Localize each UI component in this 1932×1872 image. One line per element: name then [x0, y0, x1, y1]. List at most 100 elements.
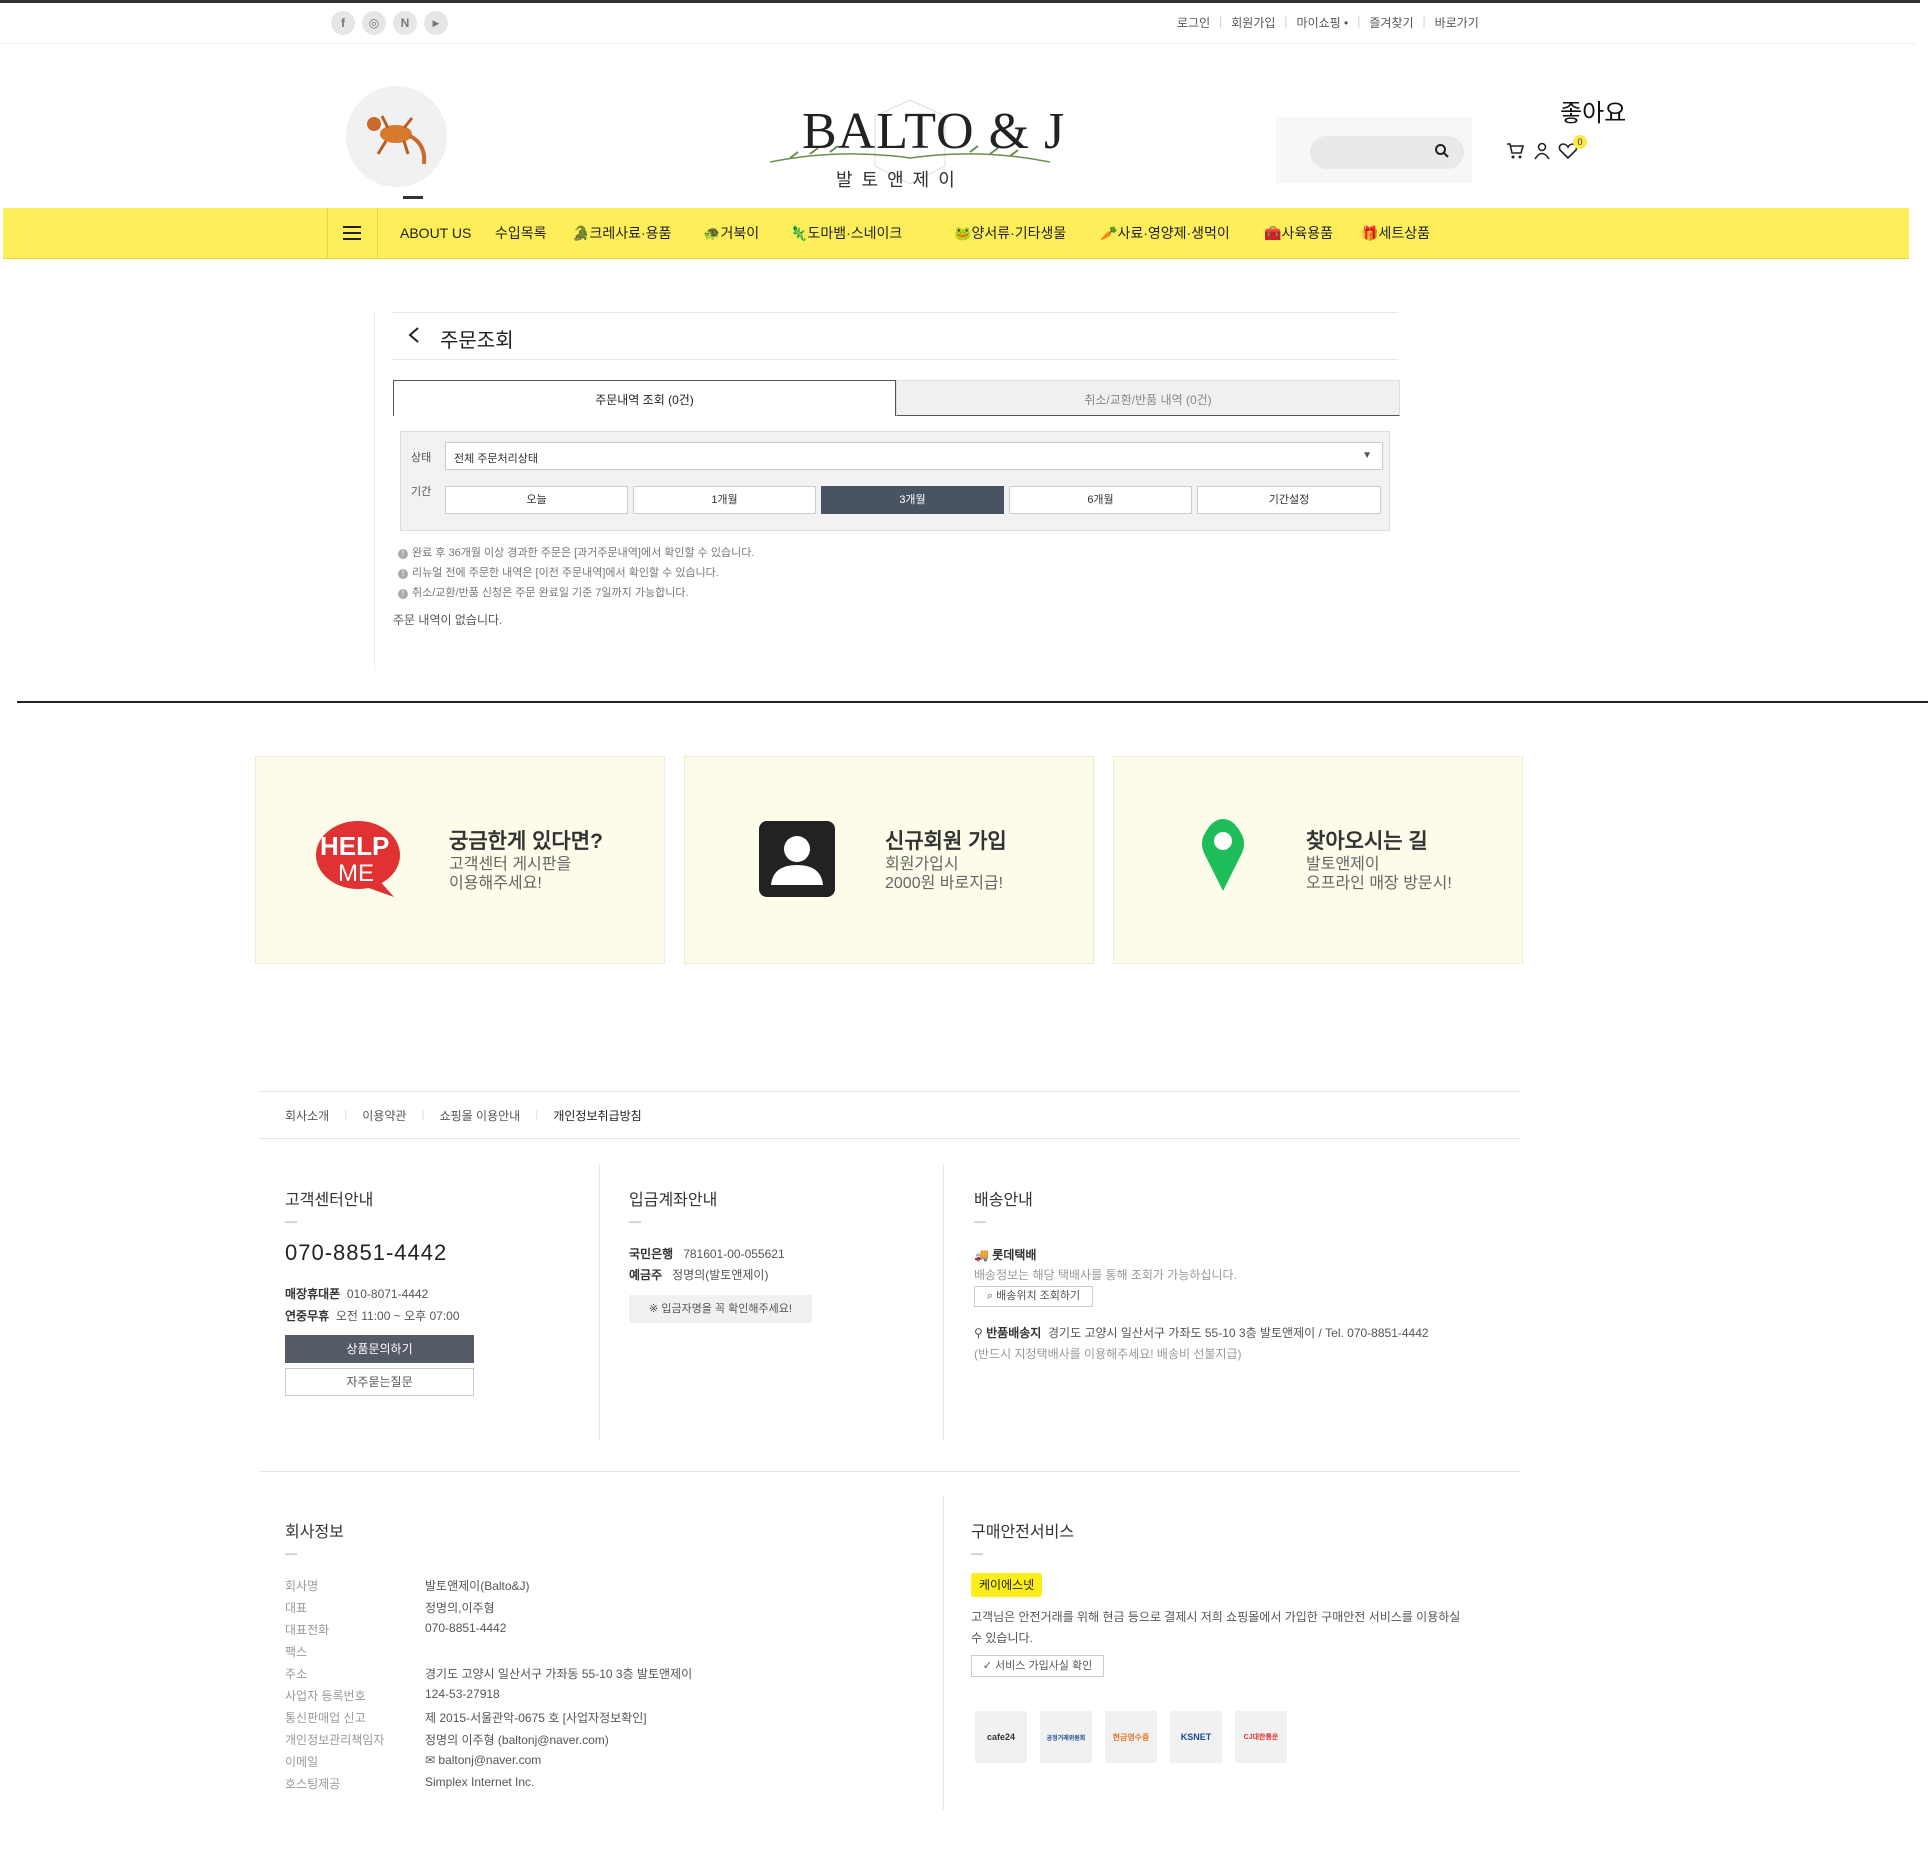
footer-link-privacy[interactable]: 개인정보취급방침 [553, 1107, 656, 1124]
card-signup[interactable]: 신규회원 가입 회원가입시 2000원 바로지급! [684, 756, 1094, 964]
period-today-button[interactable]: 오늘 [445, 486, 628, 514]
shortcut-link[interactable]: 바로가기 [1426, 14, 1488, 31]
company-row-value: 발토앤제이(Balto&J) [425, 1579, 530, 1593]
hamburger-menu-icon[interactable] [343, 225, 361, 241]
bank-holder-row: 예금주 정명의(발토앤제이) [629, 1268, 769, 1282]
nav-item-turtle[interactable]: 🐢거북이 [703, 208, 759, 258]
delivery-title: 배송안내 [974, 1192, 1033, 1209]
nav-item-set[interactable]: 🎁세트상품 [1361, 208, 1430, 258]
ksnet-logo[interactable]: KSNET [1170, 1711, 1222, 1763]
faq-button[interactable]: 자주묻는질문 [285, 1368, 474, 1396]
company-row-label: 대표 [285, 1601, 308, 1615]
map-pin-icon [1200, 819, 1246, 893]
footer-link-about[interactable]: 회사소개 [285, 1107, 344, 1124]
safe-dash: — [971, 1546, 983, 1560]
empty-message: 주문 내역이 없습니다. [393, 613, 503, 627]
bank-account-row: 국민은행 781601-00-055621 [629, 1247, 785, 1261]
company-row-label: 주소 [285, 1667, 308, 1681]
login-link[interactable]: 로그인 [1168, 14, 1219, 31]
nav-divider [377, 208, 378, 258]
bookmark-link[interactable]: 즐겨찾기 [1360, 14, 1422, 31]
company-row-label: 회사명 [285, 1579, 319, 1593]
card-help-title: 궁금한게 있다면? [449, 830, 603, 853]
myshop-link[interactable]: 마이쇼핑 • [1288, 14, 1358, 31]
status-select[interactable]: 전체 주문처리상태 ▼ [445, 442, 1383, 470]
service-check-button[interactable]: ✓ 서비스 가입사실 확인 [971, 1655, 1104, 1677]
period-1month-button[interactable]: 1개월 [633, 486, 816, 514]
tab-order-history[interactable]: 주문내역 조회 (0건) [393, 380, 896, 416]
delivery-dash: — [974, 1214, 986, 1228]
facebook-icon[interactable]: f [331, 11, 355, 35]
nav-item-lizard-snake[interactable]: 🦎도마뱀·스네이크 [790, 208, 902, 258]
nav-item-feed[interactable]: 🥕사료·영양제·생먹이 [1100, 208, 1230, 258]
cafe24-logo[interactable]: cafe24 [975, 1711, 1027, 1763]
status-label: 상태 [411, 452, 432, 464]
search-icon: ⌕ [986, 1290, 994, 1302]
search-icon[interactable] [1434, 143, 1450, 159]
truck-icon: 🚚 [974, 1248, 989, 1262]
nav-item-supplies[interactable]: 🧰사육용품 [1264, 208, 1333, 258]
period-3month-button[interactable]: 3개월 [821, 486, 1004, 514]
cash-receipt-logo[interactable]: 현금영수증 [1105, 1711, 1157, 1763]
company-row-label: 개인정보관리책임자 [285, 1733, 385, 1747]
info-icon: ! [398, 589, 408, 599]
logo-underline [373, 196, 423, 199]
nav-item-import[interactable]: 수입목록 [495, 208, 547, 258]
company-row-value: 정명의 이주형 (baltonj@naver.com) [425, 1733, 609, 1747]
svg-text:HELP: HELP [320, 831, 389, 861]
footer-links: 회사소개 | 이용약관 | 쇼핑몰 이용안내 | 개인정보취급방침 [285, 1107, 657, 1124]
cs-dash: — [285, 1214, 297, 1228]
title-bottom-line [392, 359, 1398, 360]
company-row-label: 사업자 등록번호 [285, 1689, 366, 1703]
bank-note: ※ 입금자명을 꼭 확인해주세요! [629, 1295, 812, 1323]
nav-item-about[interactable]: ABOUT US [400, 208, 471, 258]
card-help-line2: 이용해주세요! [449, 875, 542, 892]
card-directions-line2: 오프라인 매장 방문시! [1306, 875, 1452, 892]
footer-link-terms[interactable]: 이용약관 [362, 1107, 421, 1124]
gecko-icon: 🐊 [572, 225, 590, 241]
tab-cancel-history[interactable]: 취소/교환/반품 내역 (0건) [896, 380, 1400, 416]
join-link[interactable]: 회원가입 [1222, 14, 1284, 31]
help-me-icon: HELP ME [316, 819, 406, 899]
track-delivery-button[interactable]: ⌕ 배송위치 조회하기 [974, 1286, 1093, 1307]
ftc-logo[interactable]: 공정거래위원회 [1040, 1711, 1092, 1763]
nav-item-amphibian[interactable]: 🐸양서류·기타생물 [954, 208, 1066, 258]
instagram-icon[interactable]: ◎ [362, 11, 386, 35]
company-row-value[interactable]: 제 2015-서울관악-0675 호 [사업자정보확인] [425, 1709, 647, 1726]
company-row-label: 통신판매업 신고 [285, 1711, 366, 1725]
cs-mobile-row: 매장휴대폰 010-8071-4442 [285, 1287, 429, 1301]
brand-logo[interactable]: BALTO & J 발 토 앤 제 이 [769, 96, 1064, 196]
youtube-icon[interactable]: ▶ [424, 11, 448, 35]
card-directions-line1: 발토앤제이 [1306, 856, 1380, 873]
frog-icon: 🐸 [954, 225, 972, 241]
company-dash: — [285, 1546, 297, 1560]
card-directions-title: 찾아오시는 길 [1306, 830, 1428, 853]
brand-name: BALTO & J [802, 103, 1066, 160]
footer-link-guide[interactable]: 쇼핑몰 이용안내 [440, 1107, 536, 1124]
notice-cancel-policy: ! 취소/교환/반품 신청은 주문 완료일 기준 7일까지 가능합니다. [398, 584, 689, 600]
period-label: 기간 [411, 486, 432, 498]
turtle-icon: 🐢 [703, 225, 721, 241]
footer-col-divider [599, 1165, 600, 1439]
card-directions[interactable]: 찾아오시는 길 발토앤제이 오프라인 매장 방문시! [1113, 756, 1523, 964]
user-icon[interactable] [1533, 142, 1551, 160]
period-6month-button[interactable]: 6개월 [1009, 486, 1192, 514]
top-border [0, 0, 1920, 3]
lizard-logo[interactable] [346, 86, 447, 187]
cj-logistics-logo[interactable]: CJ대한통운 [1235, 1711, 1287, 1763]
company-email-value[interactable]: ✉ baltonj@naver.com [425, 1753, 541, 1767]
cart-icon[interactable] [1506, 142, 1525, 160]
bank-dash: — [629, 1214, 641, 1228]
nav-item-crested[interactable]: 🐊크레사료·용품 [572, 208, 671, 258]
naver-icon[interactable]: N [393, 11, 417, 35]
product-inquiry-button[interactable]: 상품문의하기 [285, 1335, 474, 1363]
svg-text:ME: ME [338, 860, 374, 887]
period-custom-button[interactable]: 기간설정 [1197, 486, 1381, 514]
content-left-border [374, 312, 375, 670]
back-arrow-icon[interactable] [407, 326, 421, 344]
footer-col-divider [943, 1495, 944, 1810]
card-help[interactable]: HELP ME 궁금한게 있다면? 고객센터 게시판을 이용해주세요! [255, 756, 665, 964]
page-title: 주문조회 [440, 330, 514, 352]
gift-icon: 🎁 [1361, 225, 1379, 241]
like-text: 좋아요 [1560, 100, 1627, 127]
